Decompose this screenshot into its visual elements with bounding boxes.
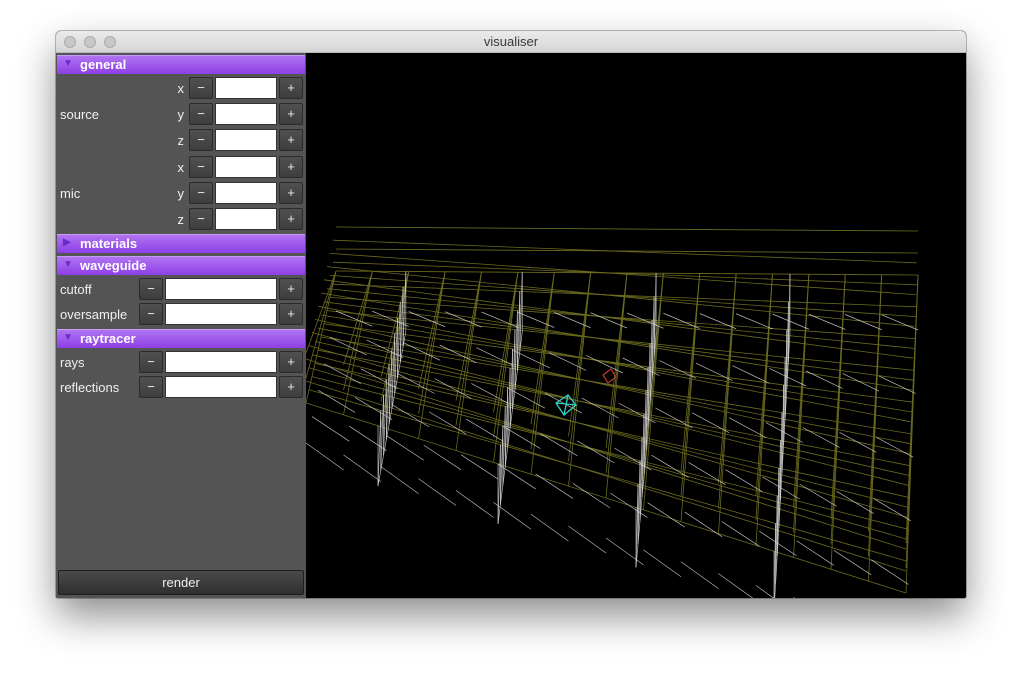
- mic-label: mic: [60, 186, 81, 201]
- section-raytracer-header[interactable]: ▼ raytracer: [57, 329, 305, 348]
- 3d-viewport[interactable]: [305, 53, 966, 598]
- section-general-header[interactable]: ▼ general: [57, 55, 305, 74]
- mic-x-decrement-button[interactable]: −: [189, 156, 213, 178]
- source-x-label: x: [177, 81, 185, 96]
- rays-decrement-button[interactable]: −: [139, 351, 163, 373]
- source-x-field[interactable]: [215, 77, 277, 99]
- section-raytracer-label: raytracer: [80, 331, 136, 346]
- section-general-label: general: [80, 57, 127, 72]
- source-label: source: [60, 107, 100, 122]
- wireframe-mesh: [305, 226, 919, 598]
- oversample-field[interactable]: [165, 303, 277, 325]
- source-x-decrement-button[interactable]: −: [189, 77, 213, 99]
- window-title: visualiser: [483, 34, 539, 49]
- mic-y-label: y: [177, 186, 185, 201]
- source-z-increment-button[interactable]: +: [279, 129, 303, 151]
- oversample-label: oversample: [60, 307, 128, 322]
- mic-z-field[interactable]: [215, 208, 277, 230]
- mic-z-decrement-button[interactable]: −: [189, 208, 213, 230]
- rays-increment-button[interactable]: +: [279, 351, 303, 373]
- reflections-increment-button[interactable]: +: [279, 376, 303, 398]
- mic-z-label: z: [177, 212, 185, 227]
- app-window: visualiser ▼ general source x − + y − + …: [56, 31, 966, 598]
- cutoff-increment-button[interactable]: +: [279, 278, 303, 300]
- mic-z-increment-button[interactable]: +: [279, 208, 303, 230]
- source-x-increment-button[interactable]: +: [279, 77, 303, 99]
- mesh-primary-lines: [305, 226, 919, 594]
- oversample-decrement-button[interactable]: −: [139, 303, 163, 325]
- mic-y-decrement-button[interactable]: −: [189, 182, 213, 204]
- mic-y-field[interactable]: [215, 182, 277, 204]
- reflections-decrement-button[interactable]: −: [139, 376, 163, 398]
- source-z-decrement-button[interactable]: −: [189, 129, 213, 151]
- section-waveguide-label: waveguide: [80, 258, 147, 273]
- mic-x-label: x: [177, 160, 185, 175]
- section-materials-label: materials: [80, 236, 138, 251]
- mic-y-increment-button[interactable]: +: [279, 182, 303, 204]
- section-materials-header[interactable]: ▶ materials: [57, 234, 305, 253]
- render-button[interactable]: render: [58, 570, 304, 595]
- reflections-label: reflections: [60, 380, 120, 395]
- cutoff-field[interactable]: [165, 278, 277, 300]
- source-y-field[interactable]: [215, 103, 277, 125]
- sidebar-panel: ▼ general source x − + y − + z − + mic x…: [56, 53, 306, 598]
- triangle-down-icon: ▼: [63, 259, 73, 270]
- rays-field[interactable]: [165, 351, 277, 373]
- oversample-increment-button[interactable]: +: [279, 303, 303, 325]
- mic-x-increment-button[interactable]: +: [279, 156, 303, 178]
- reflections-field[interactable]: [165, 376, 277, 398]
- rays-label: rays: [60, 355, 85, 370]
- title-bar: visualiser: [56, 31, 966, 53]
- source-z-label: z: [177, 133, 185, 148]
- source-y-label: y: [177, 107, 185, 122]
- section-waveguide-header[interactable]: ▼ waveguide: [57, 256, 305, 275]
- cutoff-decrement-button[interactable]: −: [139, 278, 163, 300]
- source-z-field[interactable]: [215, 129, 277, 151]
- source-y-decrement-button[interactable]: −: [189, 103, 213, 125]
- triangle-right-icon: ▶: [63, 237, 71, 248]
- source-y-increment-button[interactable]: +: [279, 103, 303, 125]
- cutoff-label: cutoff: [60, 282, 92, 297]
- triangle-down-icon: ▼: [63, 58, 73, 69]
- triangle-down-icon: ▼: [63, 332, 73, 343]
- mic-x-field[interactable]: [215, 156, 277, 178]
